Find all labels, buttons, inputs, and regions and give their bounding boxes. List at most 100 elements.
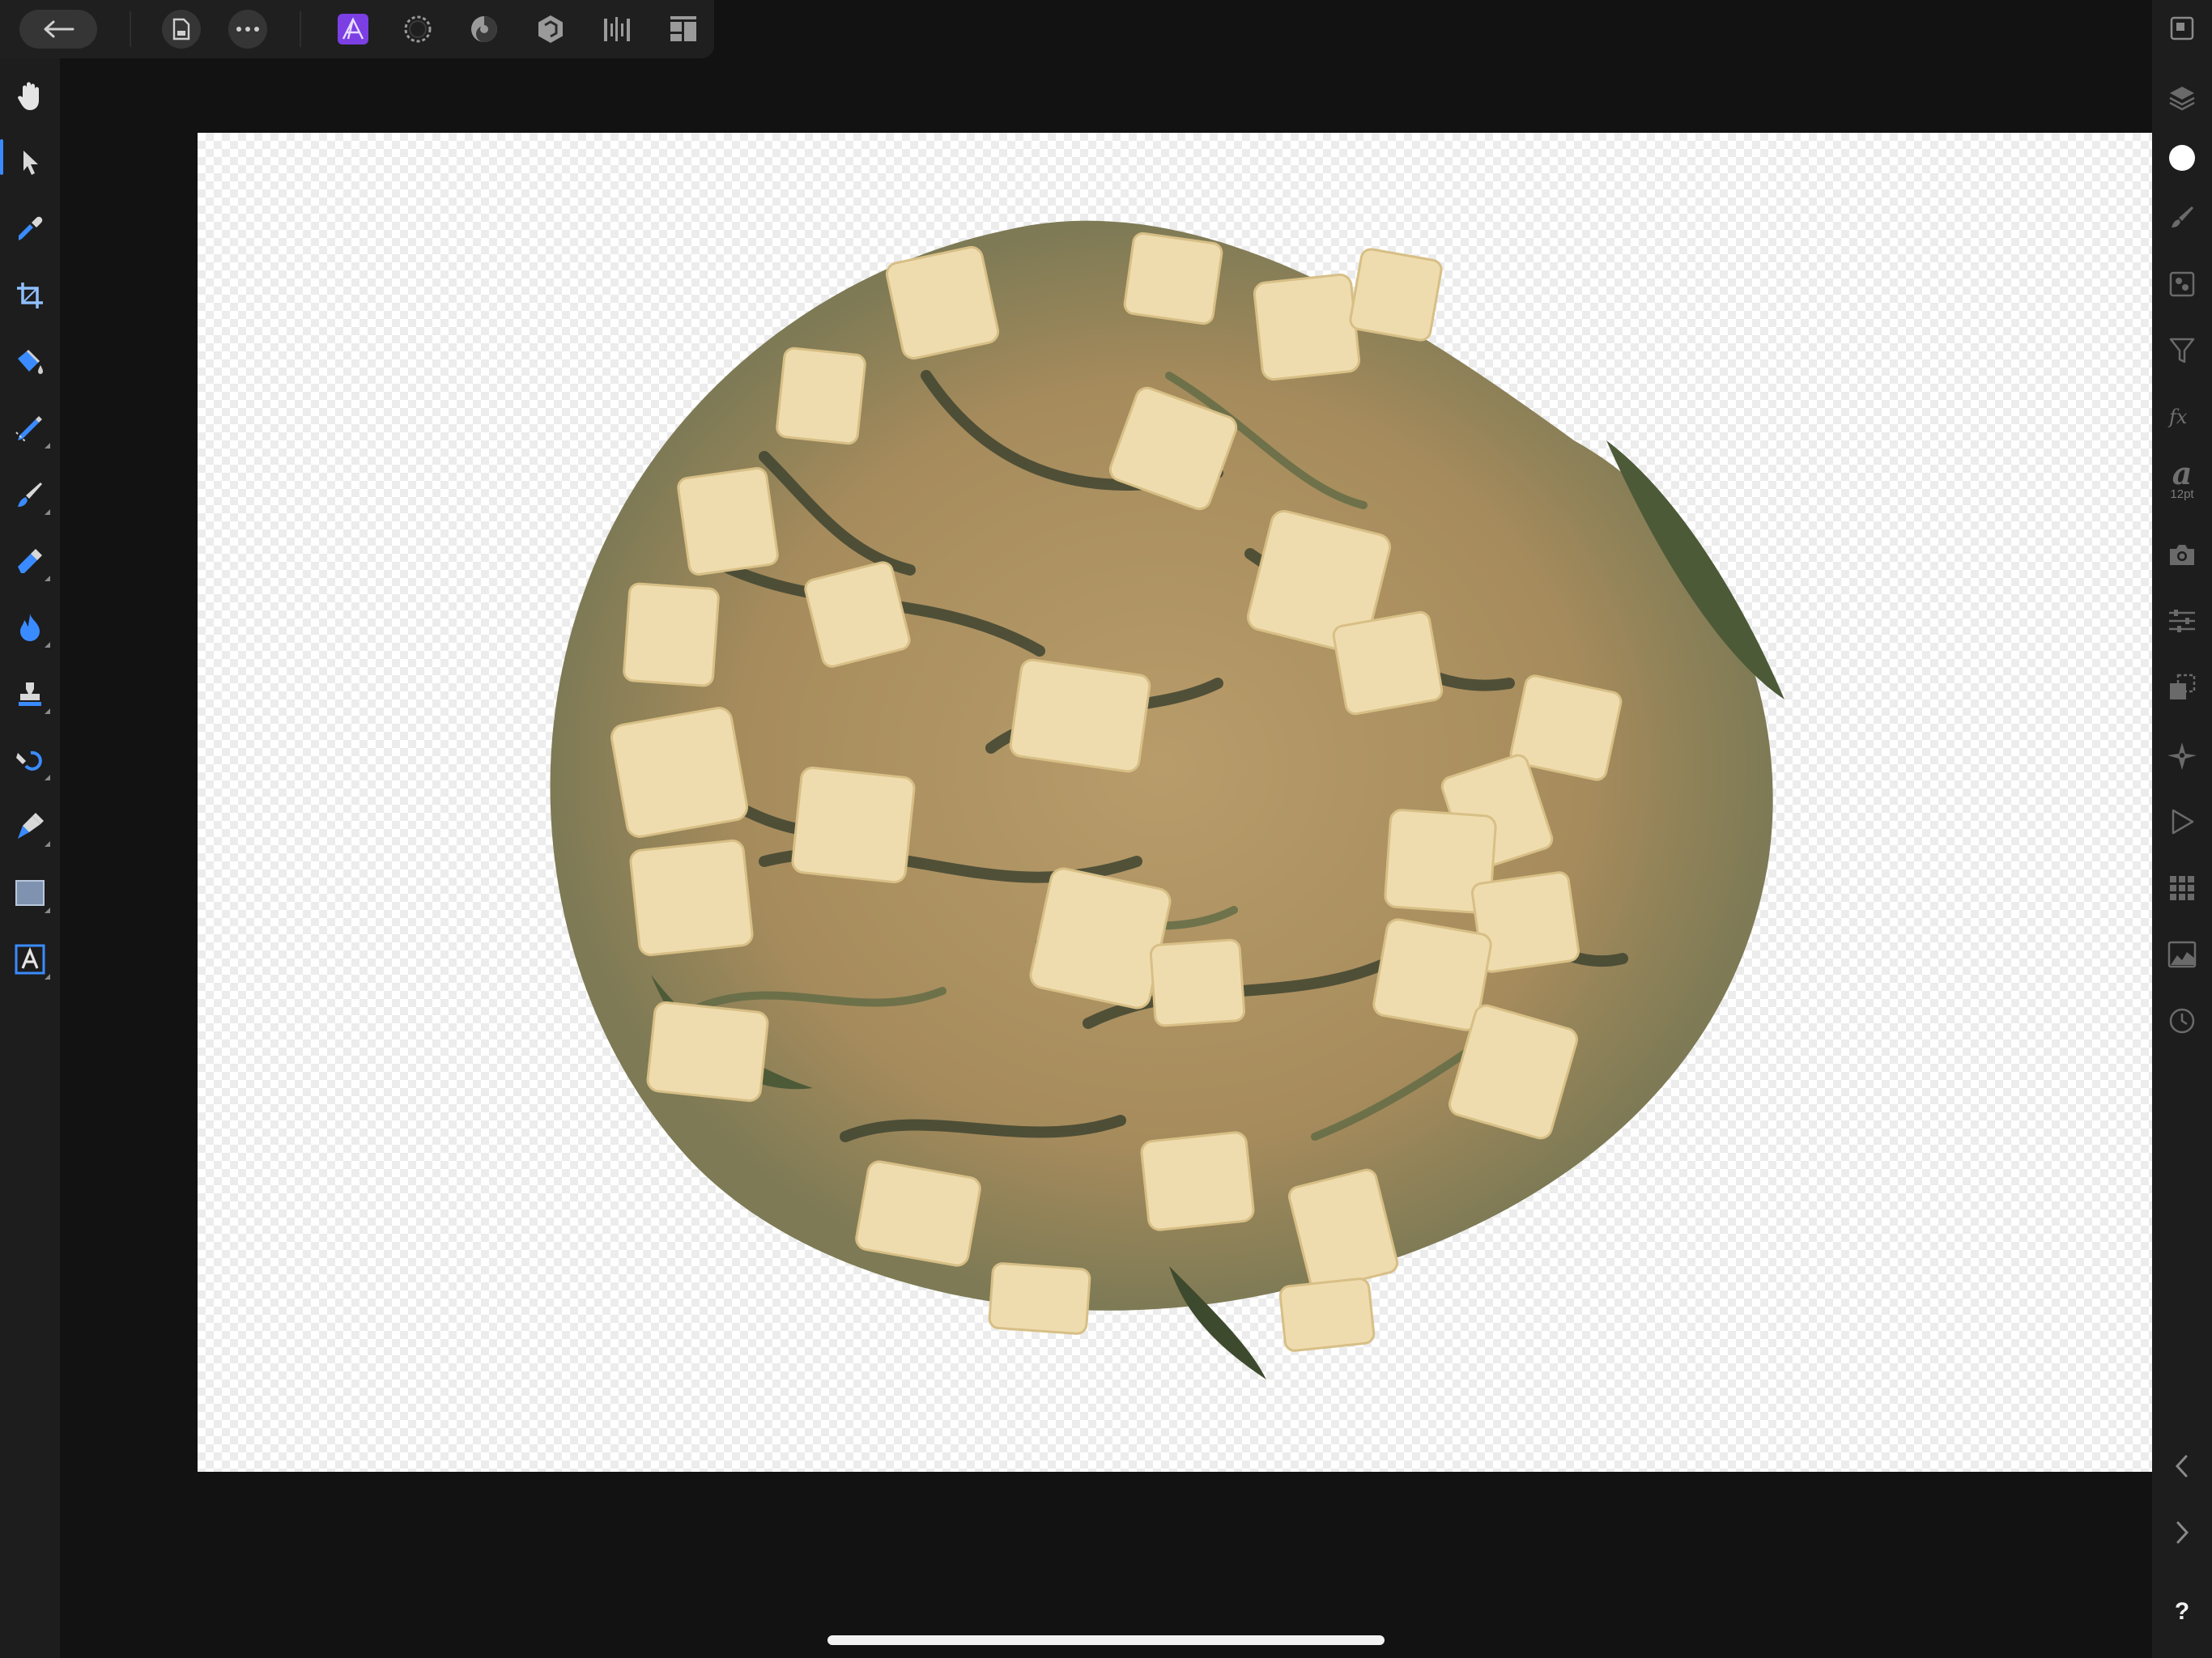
compass-icon: [2167, 742, 2197, 770]
develop-persona-button[interactable]: [463, 8, 505, 50]
artistic-text-tool[interactable]: [8, 937, 52, 981]
view-tool[interactable]: [8, 74, 52, 118]
crop-icon: [17, 283, 43, 308]
help-button[interactable]: ?: [2160, 1590, 2204, 1634]
funnel-icon: [2169, 338, 2195, 363]
toolbar-divider: [300, 11, 301, 47]
camera-icon: [2170, 545, 2194, 565]
tool-variants-indicator: [45, 775, 50, 780]
color-picker-tool[interactable]: [8, 207, 52, 251]
navigate-studio[interactable]: [2160, 733, 2204, 777]
sliders-icon: [2169, 610, 2195, 632]
arrow-left-icon: [44, 20, 74, 38]
paint-brush-tool[interactable]: [8, 473, 52, 517]
selection-brush-icon: [15, 416, 42, 443]
tool-variants-indicator: [45, 509, 50, 515]
paint-brush-icon: [18, 483, 42, 507]
tone-mapping-persona-button[interactable]: [530, 8, 572, 50]
document-button[interactable]: [162, 10, 201, 49]
histogram-icon: [2167, 941, 2197, 968]
transform-studio[interactable]: [2160, 665, 2204, 709]
paint-bucket-icon: [18, 349, 43, 374]
eraser-icon: [18, 549, 42, 573]
document-icon: [172, 18, 190, 40]
layers-studio[interactable]: [2160, 76, 2204, 120]
svg-text:fx: fx: [2167, 406, 2188, 428]
sliders-studio[interactable]: [2160, 599, 2204, 643]
layers-icon: [2169, 87, 2195, 111]
stock-studio[interactable]: [2160, 533, 2204, 576]
clone-tool[interactable]: [8, 672, 52, 716]
text-frame-icon: [15, 944, 45, 975]
color-circle-icon: [2169, 145, 2195, 171]
rectangle-icon: [15, 880, 45, 906]
liquify-persona-icon: [404, 15, 432, 43]
toolbar-divider: [130, 11, 131, 47]
liquify-persona-button[interactable]: [397, 8, 439, 50]
chevron-left-icon: [2175, 1455, 2188, 1477]
pointer-arrow-icon: [23, 151, 38, 175]
channels-studio[interactable]: [2160, 262, 2204, 306]
play-icon: [2172, 809, 2194, 835]
home-indicator[interactable]: [827, 1635, 1385, 1645]
text-studio[interactable]: a 12pt: [2160, 458, 2204, 502]
move-tool[interactable]: [8, 141, 52, 185]
histogram-studio[interactable]: [2160, 933, 2204, 976]
tools-panel: [0, 58, 60, 1658]
navigator-studio[interactable]: [2160, 6, 2204, 50]
tool-variants-indicator: [45, 576, 50, 581]
help-label: ?: [2174, 1598, 2190, 1625]
top-toolbar: [0, 0, 714, 58]
swatches-studio[interactable]: [2160, 866, 2204, 910]
swatches-grid-icon: [2170, 876, 2194, 900]
develop-persona-icon: [471, 16, 497, 42]
selection-brush-tool[interactable]: [8, 406, 52, 450]
tool-variants-indicator: [45, 708, 50, 714]
more-button[interactable]: [228, 10, 267, 49]
clone-stamp-icon: [19, 682, 41, 706]
export-persona-icon: [604, 17, 630, 41]
brush-icon: [2172, 206, 2193, 227]
crop-tool[interactable]: [8, 274, 52, 317]
back-button[interactable]: [19, 10, 97, 49]
tool-variants-indicator: [45, 443, 50, 449]
fx-studio[interactable]: fx: [2160, 395, 2204, 439]
history-studio[interactable]: [2160, 999, 2204, 1043]
transform-icon: [2170, 674, 2196, 699]
more-dots-icon: [236, 27, 259, 32]
fx-icon: fx: [2167, 406, 2188, 428]
tool-variants-indicator: [45, 841, 50, 847]
brushes-studio[interactable]: [2160, 194, 2204, 238]
flame-icon: [20, 614, 40, 641]
clock-icon: [2169, 1008, 2195, 1034]
healing-brush-icon: [16, 750, 42, 771]
active-tool-indicator: [0, 139, 3, 175]
export-persona-button[interactable]: [596, 8, 638, 50]
font-size-label: 12pt: [2170, 487, 2194, 501]
pen-nib-icon: [18, 813, 44, 839]
collapse-right[interactable]: [2160, 1511, 2204, 1554]
hand-icon: [18, 82, 39, 110]
tea-blend-photo: [550, 220, 1784, 1380]
macro-studio[interactable]: [2160, 800, 2204, 844]
chevron-right-icon: [2176, 1521, 2189, 1544]
more-personas-button[interactable]: [662, 8, 704, 50]
rectangle-tool[interactable]: [8, 871, 52, 915]
eyedropper-icon: [19, 216, 43, 240]
color-studio[interactable]: [2160, 136, 2204, 180]
pen-tool[interactable]: [8, 805, 52, 848]
tone-mapping-persona-icon: [538, 15, 563, 43]
healing-tool[interactable]: [8, 738, 52, 782]
tool-variants-indicator: [45, 908, 50, 913]
flood-fill-tool[interactable]: [8, 340, 52, 384]
document-canvas[interactable]: [198, 133, 2152, 1472]
adjustments-studio[interactable]: [2160, 329, 2204, 372]
personas-grid-icon: [670, 16, 696, 41]
tool-variants-indicator: [45, 642, 50, 648]
tool-variants-indicator: [45, 974, 50, 980]
collapse-left[interactable]: [2160, 1444, 2204, 1488]
erase-brush-tool[interactable]: [8, 539, 52, 583]
photo-persona-button[interactable]: [332, 8, 374, 50]
text-style-icon: a: [2172, 455, 2193, 491]
burn-tool[interactable]: [8, 606, 52, 649]
